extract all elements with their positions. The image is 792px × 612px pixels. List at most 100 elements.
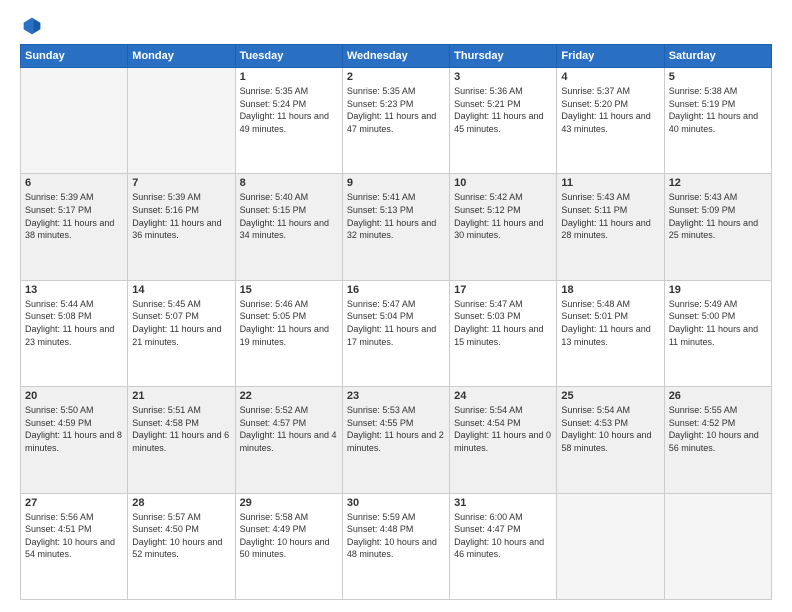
calendar-cell: [21, 68, 128, 174]
day-number: 10: [454, 177, 552, 189]
weekday-header: Monday: [128, 45, 235, 68]
calendar-cell: 14 Sunrise: 5:45 AM Sunset: 5:07 PM Dayli…: [128, 280, 235, 386]
day-number: 9: [347, 177, 445, 189]
cell-info: Sunrise: 5:38 AM Sunset: 5:19 PM Dayligh…: [669, 85, 767, 135]
day-number: 20: [25, 390, 123, 402]
calendar-week-row: 6 Sunrise: 5:39 AM Sunset: 5:17 PM Daylig…: [21, 174, 772, 280]
cell-info: Sunrise: 5:48 AM Sunset: 5:01 PM Dayligh…: [561, 298, 659, 348]
cell-info: Sunrise: 6:00 AM Sunset: 4:47 PM Dayligh…: [454, 511, 552, 561]
cell-info: Sunrise: 5:55 AM Sunset: 4:52 PM Dayligh…: [669, 404, 767, 454]
day-number: 3: [454, 71, 552, 83]
calendar-week-row: 20 Sunrise: 5:50 AM Sunset: 4:59 PM Dayli…: [21, 387, 772, 493]
cell-info: Sunrise: 5:56 AM Sunset: 4:51 PM Dayligh…: [25, 511, 123, 561]
weekday-header: Friday: [557, 45, 664, 68]
weekday-header: Wednesday: [342, 45, 449, 68]
day-number: 18: [561, 284, 659, 296]
logo: [20, 16, 42, 34]
cell-info: Sunrise: 5:42 AM Sunset: 5:12 PM Dayligh…: [454, 191, 552, 241]
day-number: 8: [240, 177, 338, 189]
cell-info: Sunrise: 5:44 AM Sunset: 5:08 PM Dayligh…: [25, 298, 123, 348]
calendar-cell: 28 Sunrise: 5:57 AM Sunset: 4:50 PM Dayli…: [128, 493, 235, 599]
calendar-cell: 13 Sunrise: 5:44 AM Sunset: 5:08 PM Dayli…: [21, 280, 128, 386]
cell-info: Sunrise: 5:58 AM Sunset: 4:49 PM Dayligh…: [240, 511, 338, 561]
day-number: 26: [669, 390, 767, 402]
day-number: 4: [561, 71, 659, 83]
calendar-cell: 12 Sunrise: 5:43 AM Sunset: 5:09 PM Dayli…: [664, 174, 771, 280]
day-number: 7: [132, 177, 230, 189]
calendar-cell: 27 Sunrise: 5:56 AM Sunset: 4:51 PM Dayli…: [21, 493, 128, 599]
cell-info: Sunrise: 5:39 AM Sunset: 5:17 PM Dayligh…: [25, 191, 123, 241]
calendar-cell: 17 Sunrise: 5:47 AM Sunset: 5:03 PM Dayli…: [450, 280, 557, 386]
day-number: 5: [669, 71, 767, 83]
cell-info: Sunrise: 5:39 AM Sunset: 5:16 PM Dayligh…: [132, 191, 230, 241]
day-number: 1: [240, 71, 338, 83]
day-number: 30: [347, 497, 445, 509]
day-number: 13: [25, 284, 123, 296]
cell-info: Sunrise: 5:57 AM Sunset: 4:50 PM Dayligh…: [132, 511, 230, 561]
cell-info: Sunrise: 5:54 AM Sunset: 4:54 PM Dayligh…: [454, 404, 552, 454]
calendar-cell: 18 Sunrise: 5:48 AM Sunset: 5:01 PM Dayli…: [557, 280, 664, 386]
day-number: 15: [240, 284, 338, 296]
day-number: 17: [454, 284, 552, 296]
weekday-header: Thursday: [450, 45, 557, 68]
calendar-cell: 26 Sunrise: 5:55 AM Sunset: 4:52 PM Dayli…: [664, 387, 771, 493]
day-number: 27: [25, 497, 123, 509]
calendar-cell: 29Sunrise: 5:58 AM Sunset: 4:49 PM Dayli…: [235, 493, 342, 599]
calendar-cell: 6 Sunrise: 5:39 AM Sunset: 5:17 PM Daylig…: [21, 174, 128, 280]
calendar-cell: 16 Sunrise: 5:47 AM Sunset: 5:04 PM Dayli…: [342, 280, 449, 386]
cell-info: Sunrise: 5:36 AM Sunset: 5:21 PM Dayligh…: [454, 85, 552, 135]
logo-icon: [22, 16, 42, 36]
day-number: 25: [561, 390, 659, 402]
day-number: 22: [240, 390, 338, 402]
calendar-cell: 15 Sunrise: 5:46 AM Sunset: 5:05 PM Dayli…: [235, 280, 342, 386]
cell-info: Sunrise: 5:41 AM Sunset: 5:13 PM Dayligh…: [347, 191, 445, 241]
cell-info: Sunrise: 5:59 AM Sunset: 4:48 PM Dayligh…: [347, 511, 445, 561]
day-number: 2: [347, 71, 445, 83]
cell-info: Sunrise: 5:50 AM Sunset: 4:59 PM Dayligh…: [25, 404, 123, 454]
day-number: 14: [132, 284, 230, 296]
cell-info: Sunrise: 5:37 AM Sunset: 5:20 PM Dayligh…: [561, 85, 659, 135]
cell-info: Sunrise: 5:45 AM Sunset: 5:07 PM Dayligh…: [132, 298, 230, 348]
cell-info: Sunrise: 5:47 AM Sunset: 5:03 PM Dayligh…: [454, 298, 552, 348]
calendar-week-row: 27 Sunrise: 5:56 AM Sunset: 4:51 PM Dayli…: [21, 493, 772, 599]
calendar-cell: 22 Sunrise: 5:52 AM Sunset: 4:57 PM Dayli…: [235, 387, 342, 493]
calendar-cell: 10 Sunrise: 5:42 AM Sunset: 5:12 PM Dayli…: [450, 174, 557, 280]
weekday-header-row: SundayMondayTuesdayWednesdayThursdayFrid…: [21, 45, 772, 68]
header: [20, 16, 772, 34]
cell-info: Sunrise: 5:43 AM Sunset: 5:11 PM Dayligh…: [561, 191, 659, 241]
calendar-cell: 21Sunrise: 5:51 AM Sunset: 4:58 PM Dayli…: [128, 387, 235, 493]
calendar-cell: [128, 68, 235, 174]
calendar-cell: 19Sunrise: 5:49 AM Sunset: 5:00 PM Dayli…: [664, 280, 771, 386]
day-number: 11: [561, 177, 659, 189]
calendar-cell: 1Sunrise: 5:35 AM Sunset: 5:24 PM Daylig…: [235, 68, 342, 174]
calendar-cell: 11 Sunrise: 5:43 AM Sunset: 5:11 PM Dayli…: [557, 174, 664, 280]
day-number: 28: [132, 497, 230, 509]
day-number: 23: [347, 390, 445, 402]
cell-info: Sunrise: 5:52 AM Sunset: 4:57 PM Dayligh…: [240, 404, 338, 454]
day-number: 31: [454, 497, 552, 509]
day-number: 21: [132, 390, 230, 402]
cell-info: Sunrise: 5:54 AM Sunset: 4:53 PM Dayligh…: [561, 404, 659, 454]
day-number: 12: [669, 177, 767, 189]
day-number: 16: [347, 284, 445, 296]
calendar-cell: 9 Sunrise: 5:41 AM Sunset: 5:13 PM Daylig…: [342, 174, 449, 280]
calendar-cell: 8 Sunrise: 5:40 AM Sunset: 5:15 PM Daylig…: [235, 174, 342, 280]
cell-info: Sunrise: 5:40 AM Sunset: 5:15 PM Dayligh…: [240, 191, 338, 241]
calendar-cell: 2Sunrise: 5:35 AM Sunset: 5:23 PM Daylig…: [342, 68, 449, 174]
calendar-week-row: 1Sunrise: 5:35 AM Sunset: 5:24 PM Daylig…: [21, 68, 772, 174]
cell-info: Sunrise: 5:46 AM Sunset: 5:05 PM Dayligh…: [240, 298, 338, 348]
page: SundayMondayTuesdayWednesdayThursdayFrid…: [0, 0, 792, 612]
calendar-table: SundayMondayTuesdayWednesdayThursdayFrid…: [20, 44, 772, 600]
day-number: 19: [669, 284, 767, 296]
weekday-header: Sunday: [21, 45, 128, 68]
calendar-cell: 25 Sunrise: 5:54 AM Sunset: 4:53 PM Dayli…: [557, 387, 664, 493]
weekday-header: Tuesday: [235, 45, 342, 68]
calendar-week-row: 13 Sunrise: 5:44 AM Sunset: 5:08 PM Dayli…: [21, 280, 772, 386]
calendar-cell: 4 Sunrise: 5:37 AM Sunset: 5:20 PM Daylig…: [557, 68, 664, 174]
calendar-cell: 7 Sunrise: 5:39 AM Sunset: 5:16 PM Daylig…: [128, 174, 235, 280]
day-number: 24: [454, 390, 552, 402]
cell-info: Sunrise: 5:47 AM Sunset: 5:04 PM Dayligh…: [347, 298, 445, 348]
calendar-cell: [664, 493, 771, 599]
cell-info: Sunrise: 5:43 AM Sunset: 5:09 PM Dayligh…: [669, 191, 767, 241]
day-number: 6: [25, 177, 123, 189]
